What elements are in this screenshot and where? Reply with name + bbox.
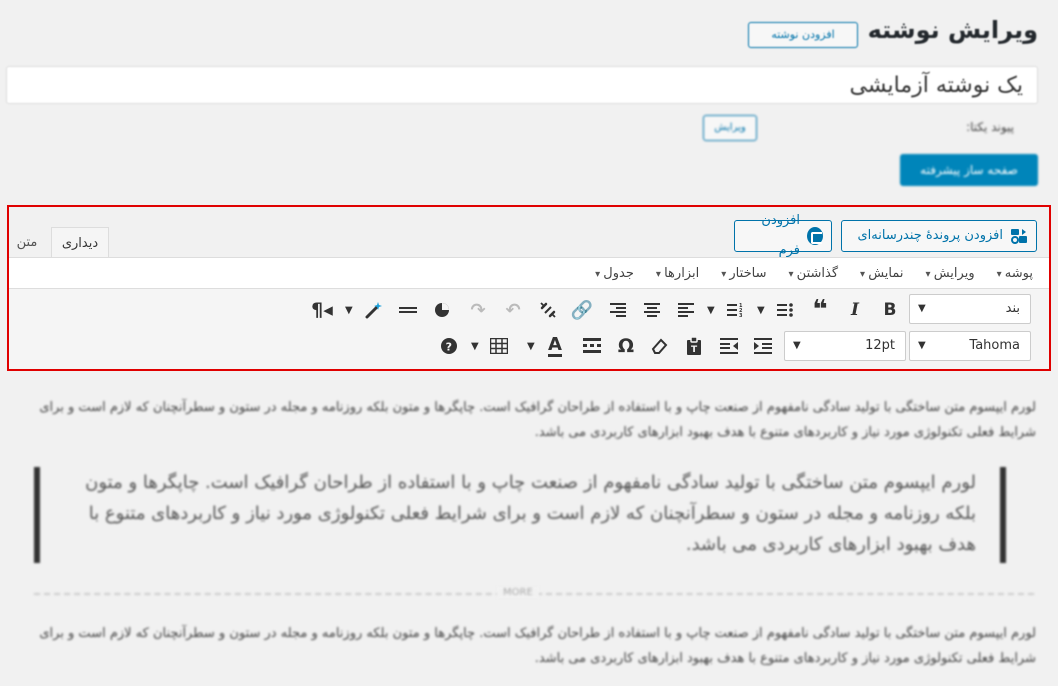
redo-icon: ↷ — [470, 299, 486, 321]
align-right-button[interactable] — [605, 297, 631, 323]
menu-file[interactable]: پوشه — [983, 266, 1041, 281]
add-media-button[interactable]: افزودن پروندهٔ چندرسانه‌ای — [841, 220, 1037, 252]
insert-table-button[interactable] — [486, 333, 512, 359]
editor-menubar: پوشه ویرایش نمایش گذاشتن ساختار ابزارها … — [9, 258, 1049, 289]
clipboard-icon: T — [687, 337, 701, 355]
svg-text:3: 3 — [739, 313, 743, 318]
content-blockquote: لورم ایپسوم متن ساختگی با تولید سادگی نا… — [34, 467, 1006, 563]
content-paragraph: لورم ایپسوم متن ساختگی با تولید سادگی نا… — [39, 400, 1036, 440]
numbered-list-dropdown[interactable]: ▼ — [707, 305, 715, 316]
media-icon — [1010, 227, 1028, 245]
edit-permalink-button[interactable]: ویرایش — [703, 115, 757, 141]
permalink-label: پیوند یکتا: — [966, 120, 1014, 134]
chevron-down-icon: ▼ — [793, 340, 801, 351]
page-title: ویرایش نوشته — [867, 16, 1038, 44]
undo-icon: ↶ — [505, 299, 521, 321]
tab-visual[interactable]: دیداری — [51, 227, 109, 259]
bold-button[interactable]: B — [877, 297, 903, 323]
add-media-label: افزودن پروندهٔ چندرسانه‌ای — [857, 228, 1004, 243]
font-family-value: Tahoma — [969, 338, 1020, 353]
chevron-down-icon: ▼ — [918, 303, 926, 314]
text-color-dropdown[interactable]: ▼ — [527, 341, 535, 352]
remove-link-button[interactable] — [535, 297, 561, 323]
content-paragraph: لورم ایپسوم متن ساختگی با تولید سادگی نا… — [39, 626, 1036, 666]
page-builder-button[interactable]: صفحه ساز پیشرفته — [900, 154, 1038, 186]
add-form-button[interactable]: افزودن فرم — [734, 213, 832, 258]
horizontal-line-button[interactable] — [395, 297, 421, 323]
align-right-icon — [610, 303, 626, 317]
toolbar-row-2: ▼ Tahoma ▼ 12pt T Ω A ▼ ▼ ? — [9, 331, 1049, 365]
insert-link-button[interactable]: 🔗 — [569, 297, 595, 323]
form-icon — [807, 227, 823, 245]
table-dropdown[interactable]: ▼ — [471, 341, 479, 352]
bullet-list-button[interactable] — [772, 297, 798, 323]
redo-button[interactable]: ↷ — [465, 297, 491, 323]
tab-text[interactable]: متن — [9, 227, 45, 259]
align-center-button[interactable] — [639, 297, 665, 323]
help-button[interactable]: ? — [436, 333, 462, 359]
paragraph-direction-icon: ¶◂ — [311, 299, 333, 321]
indent-button[interactable] — [750, 333, 776, 359]
bullet-list-icon — [777, 303, 793, 317]
clear-formatting-button[interactable] — [646, 333, 672, 359]
editor-toolbar: پوشه ویرایش نمایش گذاشتن ساختار ابزارها … — [9, 257, 1049, 369]
unlink-icon — [540, 302, 556, 318]
menu-edit[interactable]: ویرایش — [912, 266, 983, 281]
pie-chart-button[interactable] — [429, 297, 455, 323]
pie-chart-icon — [435, 303, 449, 317]
font-family-select[interactable]: ▼ Tahoma — [909, 331, 1031, 361]
page-break-icon — [583, 338, 601, 353]
text-direction-button[interactable]: ¶◂ — [309, 297, 335, 323]
menu-insert[interactable]: گذاشتن — [774, 266, 846, 281]
magic-wand-button[interactable] — [361, 297, 387, 323]
align-left-icon — [678, 303, 694, 317]
indent-icon — [754, 338, 772, 354]
format-select-value: بند — [1005, 301, 1020, 316]
post-title-input[interactable]: یک نوشته آزمایشی — [6, 66, 1038, 104]
paste-text-button[interactable]: T — [681, 333, 707, 359]
link-icon: 🔗 — [570, 299, 594, 321]
bold-icon: B — [883, 300, 897, 320]
page-break-button[interactable] — [579, 333, 605, 359]
outdent-button[interactable] — [716, 333, 742, 359]
toolbar-row-1: ▼ بند B I ❝ ▼ 123 ▼ 🔗 ↶ ↷ ▼ ¶◂ — [9, 294, 1049, 328]
bullet-list-dropdown[interactable]: ▼ — [757, 305, 765, 316]
svg-text:?: ? — [446, 341, 452, 354]
chevron-down-icon: ▼ — [918, 340, 926, 351]
align-left-button[interactable] — [673, 297, 699, 323]
text-color-button[interactable]: A — [542, 333, 568, 359]
magic-wand-dropdown[interactable]: ▼ — [345, 305, 353, 316]
omega-icon: Ω — [617, 335, 635, 357]
help-icon: ? — [441, 338, 457, 354]
table-icon — [490, 338, 508, 354]
quote-icon: ❝ — [812, 295, 828, 325]
outdent-icon — [720, 338, 738, 354]
editor-toolbar-region: افزودن پروندهٔ چندرسانه‌ای افزودن فرم دی… — [7, 205, 1051, 371]
blockquote-button[interactable]: ❝ — [807, 297, 833, 323]
more-tag-label: MORE — [497, 587, 539, 598]
menu-format[interactable]: ساختار — [707, 266, 774, 281]
menu-table[interactable]: جدول — [581, 266, 642, 281]
svg-text:T: T — [691, 345, 698, 355]
add-new-post-button[interactable]: افزودن نوشته — [748, 22, 858, 48]
undo-button[interactable]: ↶ — [500, 297, 526, 323]
numbered-list-button[interactable]: 123 — [722, 297, 748, 323]
special-character-button[interactable]: Ω — [613, 333, 639, 359]
format-select[interactable]: ▼ بند — [909, 294, 1031, 324]
horizontal-line-icon — [399, 307, 417, 313]
menu-tools[interactable]: ابزارها — [642, 266, 707, 281]
align-center-icon — [644, 303, 660, 317]
font-size-select[interactable]: ▼ 12pt — [784, 331, 906, 361]
eraser-icon — [651, 338, 668, 354]
magic-wand-icon — [365, 302, 382, 319]
menu-view[interactable]: نمایش — [846, 266, 912, 281]
italic-icon: I — [851, 300, 859, 320]
numbered-list-icon: 123 — [727, 303, 743, 318]
italic-button[interactable]: I — [842, 297, 868, 323]
text-color-icon: A — [548, 333, 562, 357]
font-size-value: 12pt — [865, 338, 895, 353]
